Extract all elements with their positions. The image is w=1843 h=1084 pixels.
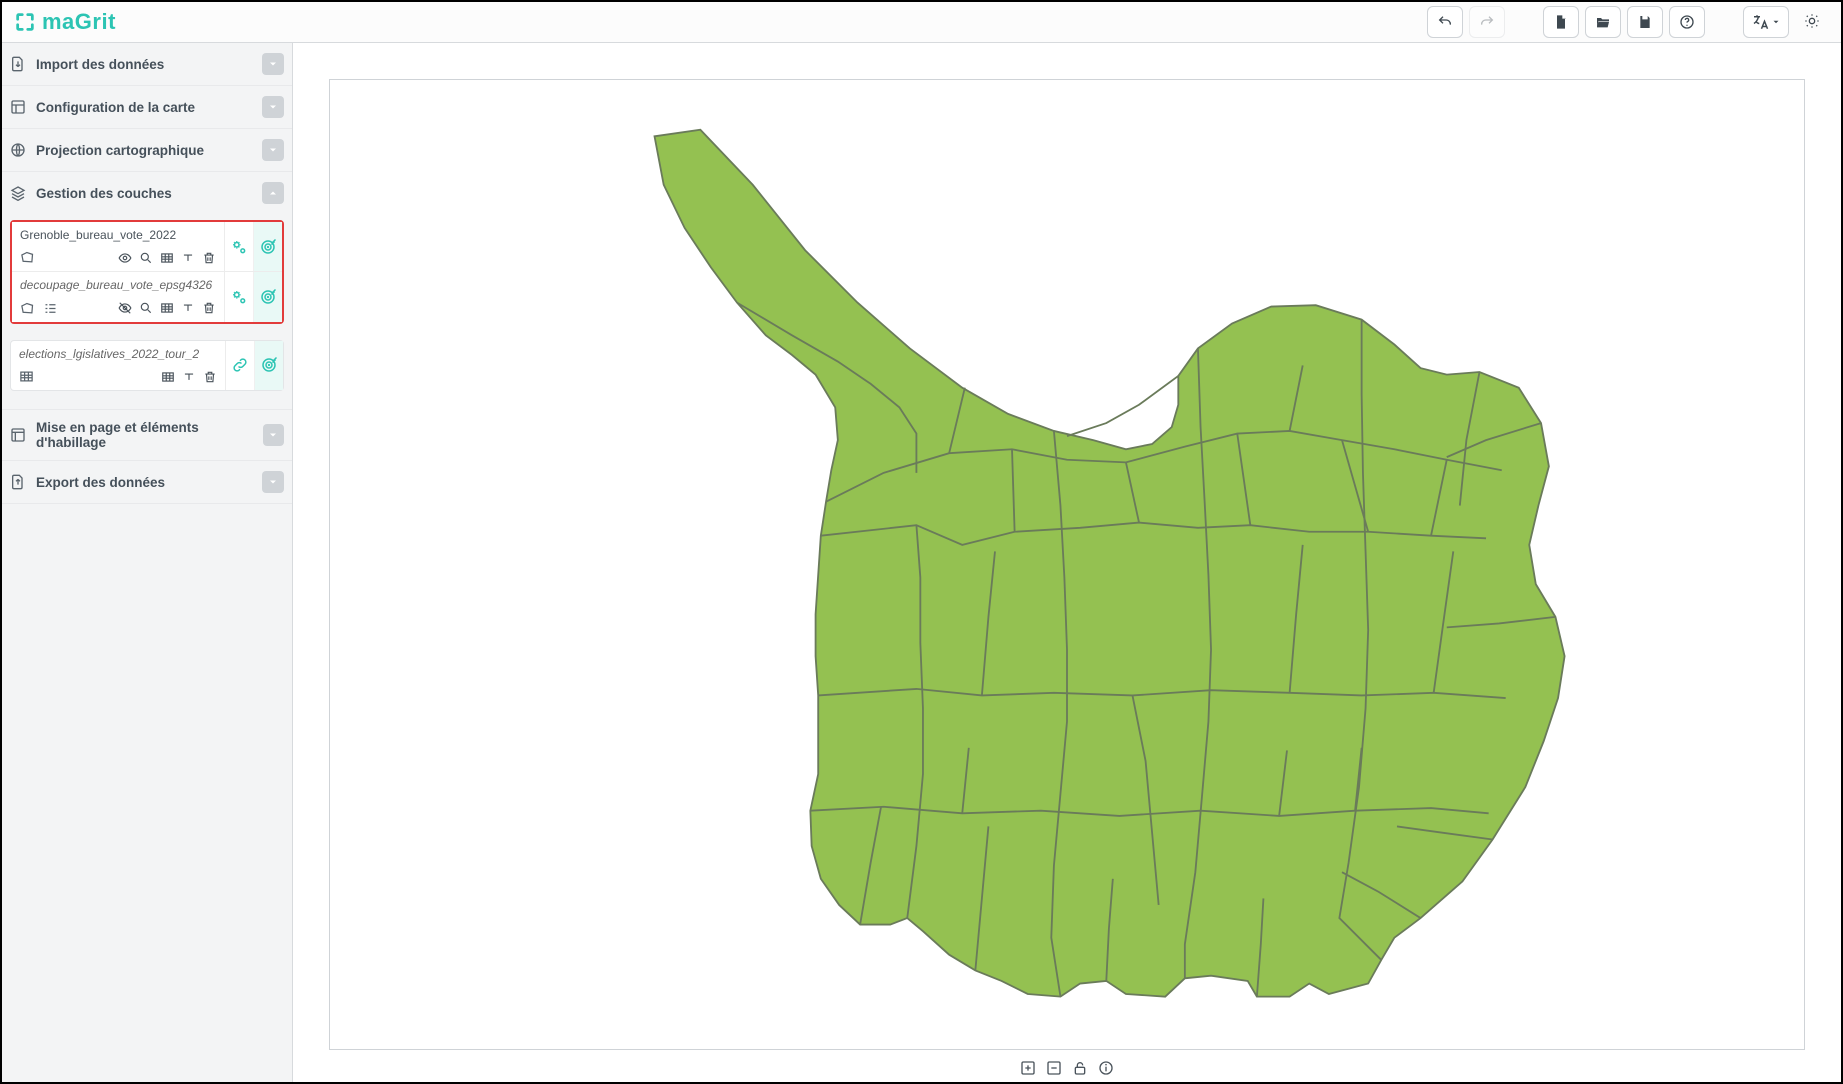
section-export-label: Export des données bbox=[36, 475, 165, 490]
section-export-header[interactable]: Export des données bbox=[2, 461, 292, 503]
map-svg bbox=[330, 80, 1804, 1049]
highlighted-layers-box: Grenoble_bureau_vote_2022 bbox=[10, 220, 284, 324]
layer-decoupage-bureau-vote-epsg4326[interactable]: decoupage_bureau_vote_epsg4326 bbox=[12, 272, 282, 321]
gears-icon bbox=[230, 238, 248, 256]
section-config-label: Configuration de la carte bbox=[36, 100, 195, 115]
sidebar: Import des données Configuration de la c… bbox=[2, 43, 293, 1082]
save-button[interactable] bbox=[1627, 6, 1663, 38]
layer-target-button[interactable] bbox=[254, 341, 283, 390]
section-projection-label: Projection cartographique bbox=[36, 143, 204, 158]
typing-icon[interactable] bbox=[181, 301, 195, 315]
lock-open-icon[interactable] bbox=[1072, 1060, 1088, 1076]
section-config: Configuration de la carte bbox=[2, 86, 292, 129]
app-logo: maGrit bbox=[14, 9, 116, 35]
section-projection: Projection cartographique bbox=[2, 129, 292, 172]
polygon-icon bbox=[20, 250, 35, 265]
section-layout-header[interactable]: Mise en page et éléments d'habillage bbox=[2, 410, 292, 460]
info-icon[interactable] bbox=[1098, 1060, 1114, 1076]
export-icon bbox=[10, 474, 26, 490]
eye-off-icon[interactable] bbox=[118, 301, 132, 315]
section-import: Import des données bbox=[2, 43, 292, 86]
layer-name: Grenoble_bureau_vote_2022 bbox=[20, 228, 216, 242]
topbar: maGrit bbox=[2, 2, 1841, 43]
undo-button[interactable] bbox=[1427, 6, 1463, 38]
folder-open-icon bbox=[1595, 14, 1611, 30]
layout-icon bbox=[10, 99, 26, 115]
chevron-down-icon bbox=[263, 424, 284, 446]
map-area bbox=[293, 43, 1841, 1082]
table-icon[interactable] bbox=[160, 301, 174, 315]
new-file-button[interactable] bbox=[1543, 6, 1579, 38]
chevron-down-icon bbox=[262, 139, 284, 161]
layer-target-button[interactable] bbox=[253, 272, 282, 321]
globe-icon bbox=[10, 142, 26, 158]
caret-down-icon bbox=[1771, 17, 1781, 27]
section-layers-header[interactable]: Gestion des couches bbox=[2, 172, 292, 214]
typing-icon[interactable] bbox=[181, 251, 195, 265]
trash-icon[interactable] bbox=[203, 370, 217, 384]
gear-icon bbox=[1804, 13, 1820, 29]
layers-icon bbox=[10, 185, 26, 201]
layer-grenoble-bureau-vote-2022[interactable]: Grenoble_bureau_vote_2022 bbox=[12, 222, 282, 272]
table-icon[interactable] bbox=[161, 370, 175, 384]
language-button[interactable] bbox=[1743, 6, 1789, 38]
zoom-out-icon[interactable] bbox=[1046, 1060, 1062, 1076]
layer-name: decoupage_bureau_vote_epsg4326 bbox=[20, 278, 216, 292]
map-canvas[interactable] bbox=[329, 79, 1805, 1050]
section-layers: Gestion des couches Grenoble_bureau_vote… bbox=[2, 172, 292, 410]
section-import-label: Import des données bbox=[36, 57, 164, 72]
layers-panel: Grenoble_bureau_vote_2022 bbox=[2, 220, 292, 409]
chevron-up-icon bbox=[262, 182, 284, 204]
table-icon bbox=[19, 369, 34, 384]
section-layers-label: Gestion des couches bbox=[36, 186, 172, 201]
help-icon bbox=[1679, 14, 1695, 30]
target-icon bbox=[259, 288, 277, 306]
settings-button[interactable] bbox=[1795, 6, 1829, 36]
polygon-icon bbox=[20, 301, 35, 316]
top-actions bbox=[1427, 6, 1829, 38]
legend-icon bbox=[43, 301, 58, 316]
chevron-down-icon bbox=[262, 96, 284, 118]
layer-elections-lgislatives-2022-tour-2[interactable]: elections_lgislatives_2022_tour_2 bbox=[10, 340, 284, 391]
table-icon[interactable] bbox=[160, 251, 174, 265]
file-icon bbox=[1553, 14, 1569, 30]
zoom-icon[interactable] bbox=[139, 251, 153, 265]
gears-icon bbox=[230, 288, 248, 306]
logo-icon bbox=[14, 11, 36, 33]
chevron-down-icon bbox=[262, 53, 284, 75]
zoom-in-icon[interactable] bbox=[1020, 1060, 1036, 1076]
eye-icon[interactable] bbox=[118, 251, 132, 265]
page-layout-icon bbox=[10, 427, 26, 443]
undo-icon bbox=[1437, 14, 1453, 30]
section-projection-header[interactable]: Projection cartographique bbox=[2, 129, 292, 171]
section-config-header[interactable]: Configuration de la carte bbox=[2, 86, 292, 128]
layer-name: elections_lgislatives_2022_tour_2 bbox=[19, 347, 217, 361]
link-icon bbox=[231, 356, 249, 374]
save-icon bbox=[1637, 14, 1653, 30]
redo-button[interactable] bbox=[1469, 6, 1505, 38]
open-folder-button[interactable] bbox=[1585, 6, 1621, 38]
target-icon bbox=[260, 356, 278, 374]
zoom-icon[interactable] bbox=[139, 301, 153, 315]
section-layout: Mise en page et éléments d'habillage bbox=[2, 410, 292, 461]
trash-icon[interactable] bbox=[202, 301, 216, 315]
layer-settings-button[interactable] bbox=[225, 272, 253, 321]
chevron-down-icon bbox=[262, 471, 284, 493]
section-import-header[interactable]: Import des données bbox=[2, 43, 292, 85]
app-name: maGrit bbox=[42, 9, 116, 35]
layer-target-button[interactable] bbox=[253, 222, 282, 271]
redo-icon bbox=[1479, 14, 1495, 30]
layer-link-button[interactable] bbox=[226, 341, 254, 390]
section-layout-label: Mise en page et éléments d'habillage bbox=[36, 420, 263, 450]
map-controls bbox=[293, 1054, 1841, 1082]
language-icon bbox=[1751, 13, 1769, 31]
layer-settings-button[interactable] bbox=[225, 222, 253, 271]
trash-icon[interactable] bbox=[202, 251, 216, 265]
section-export: Export des données bbox=[2, 461, 292, 504]
target-icon bbox=[259, 238, 277, 256]
import-icon bbox=[10, 56, 26, 72]
typing-icon[interactable] bbox=[182, 370, 196, 384]
help-button[interactable] bbox=[1669, 6, 1705, 38]
